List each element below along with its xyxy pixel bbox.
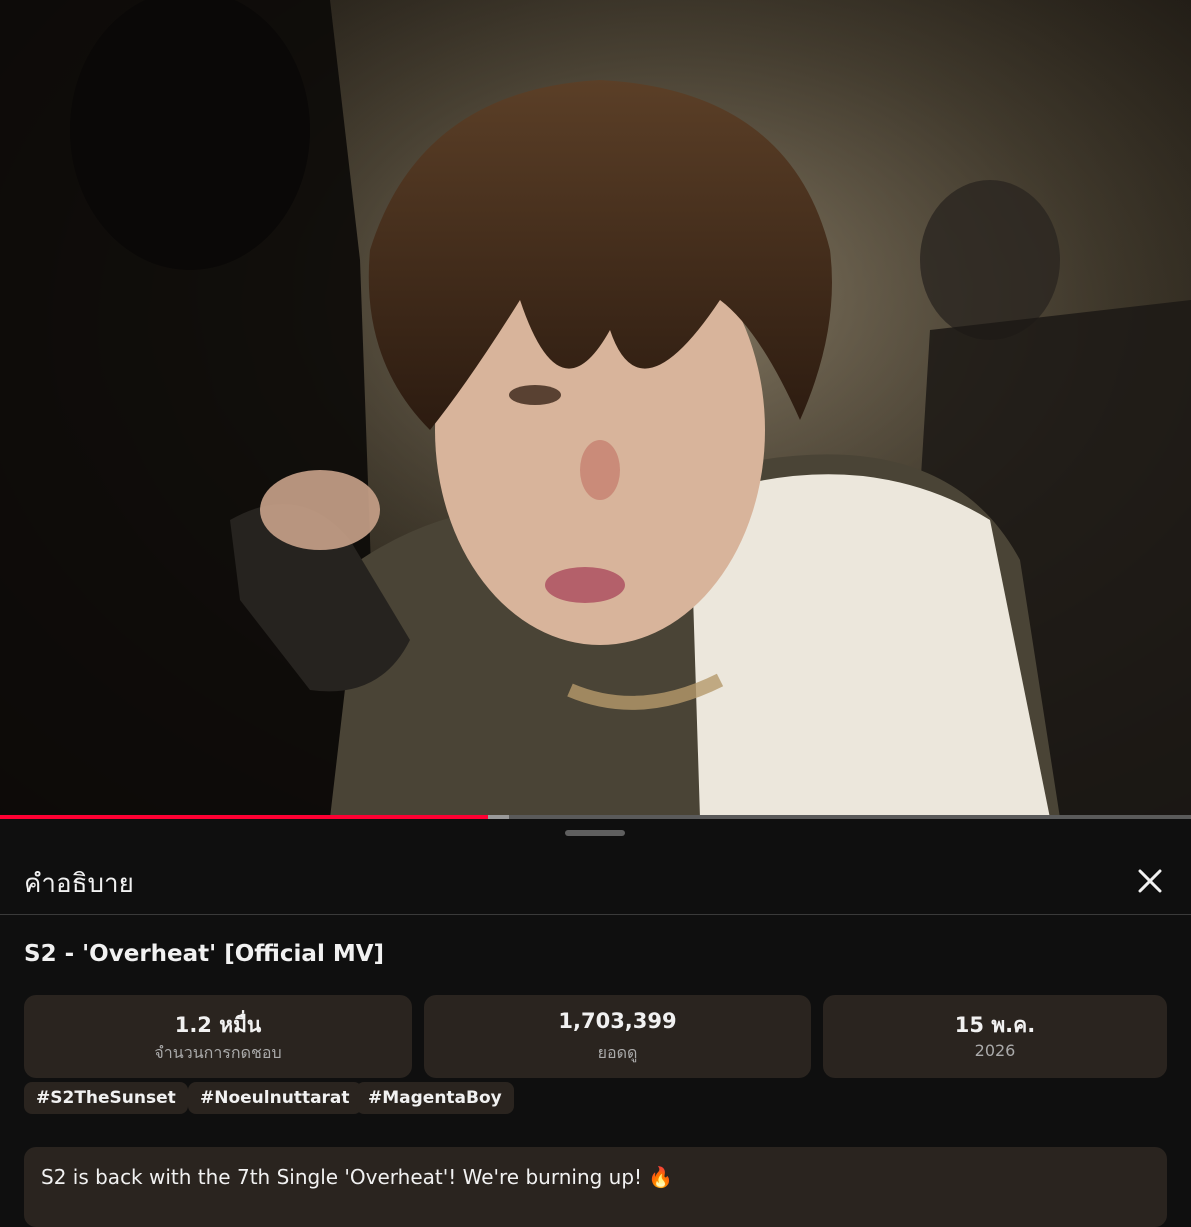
description-sheet: คำอธิบาย S2 - 'Overheat' [Official MV] 1… (0, 819, 1191, 1227)
views-stat: 1,703,399 ยอดดู (424, 995, 811, 1078)
likes-stat: 1.2 หมื่น จำนวนการกดชอบ (24, 995, 412, 1078)
hashtag-s2thesunset[interactable]: #S2TheSunset (24, 1082, 188, 1114)
likes-count: 1.2 หมื่น (174, 1013, 262, 1037)
publish-year: 2026 (974, 1041, 1016, 1060)
video-title: S2 - 'Overheat' [Official MV] (24, 941, 385, 967)
video-frame-image (0, 0, 1191, 818)
likes-label: จำนวนการกดชอบ (154, 1043, 282, 1062)
views-count: 1,703,399 (558, 1009, 677, 1033)
sheet-title: คำอธิบาย (24, 869, 134, 899)
publish-date: 15 พ.ค. (954, 1013, 1036, 1037)
video-player[interactable] (0, 0, 1191, 818)
date-stat: 15 พ.ค. 2026 (823, 995, 1167, 1078)
views-label: ยอดดู (597, 1043, 638, 1062)
close-icon (1138, 869, 1162, 893)
close-button[interactable] (1130, 861, 1170, 901)
hashtag-magentaboy[interactable]: #MagentaBoy (356, 1082, 514, 1114)
description-box[interactable]: S2 is back with the 7th Single 'Overheat… (24, 1147, 1167, 1227)
description-text: S2 is back with the 7th Single 'Overheat… (41, 1165, 674, 1189)
drag-handle[interactable] (565, 830, 625, 836)
divider (0, 914, 1191, 915)
hashtag-noeulnuttarat[interactable]: #Noeulnuttarat (188, 1082, 362, 1114)
